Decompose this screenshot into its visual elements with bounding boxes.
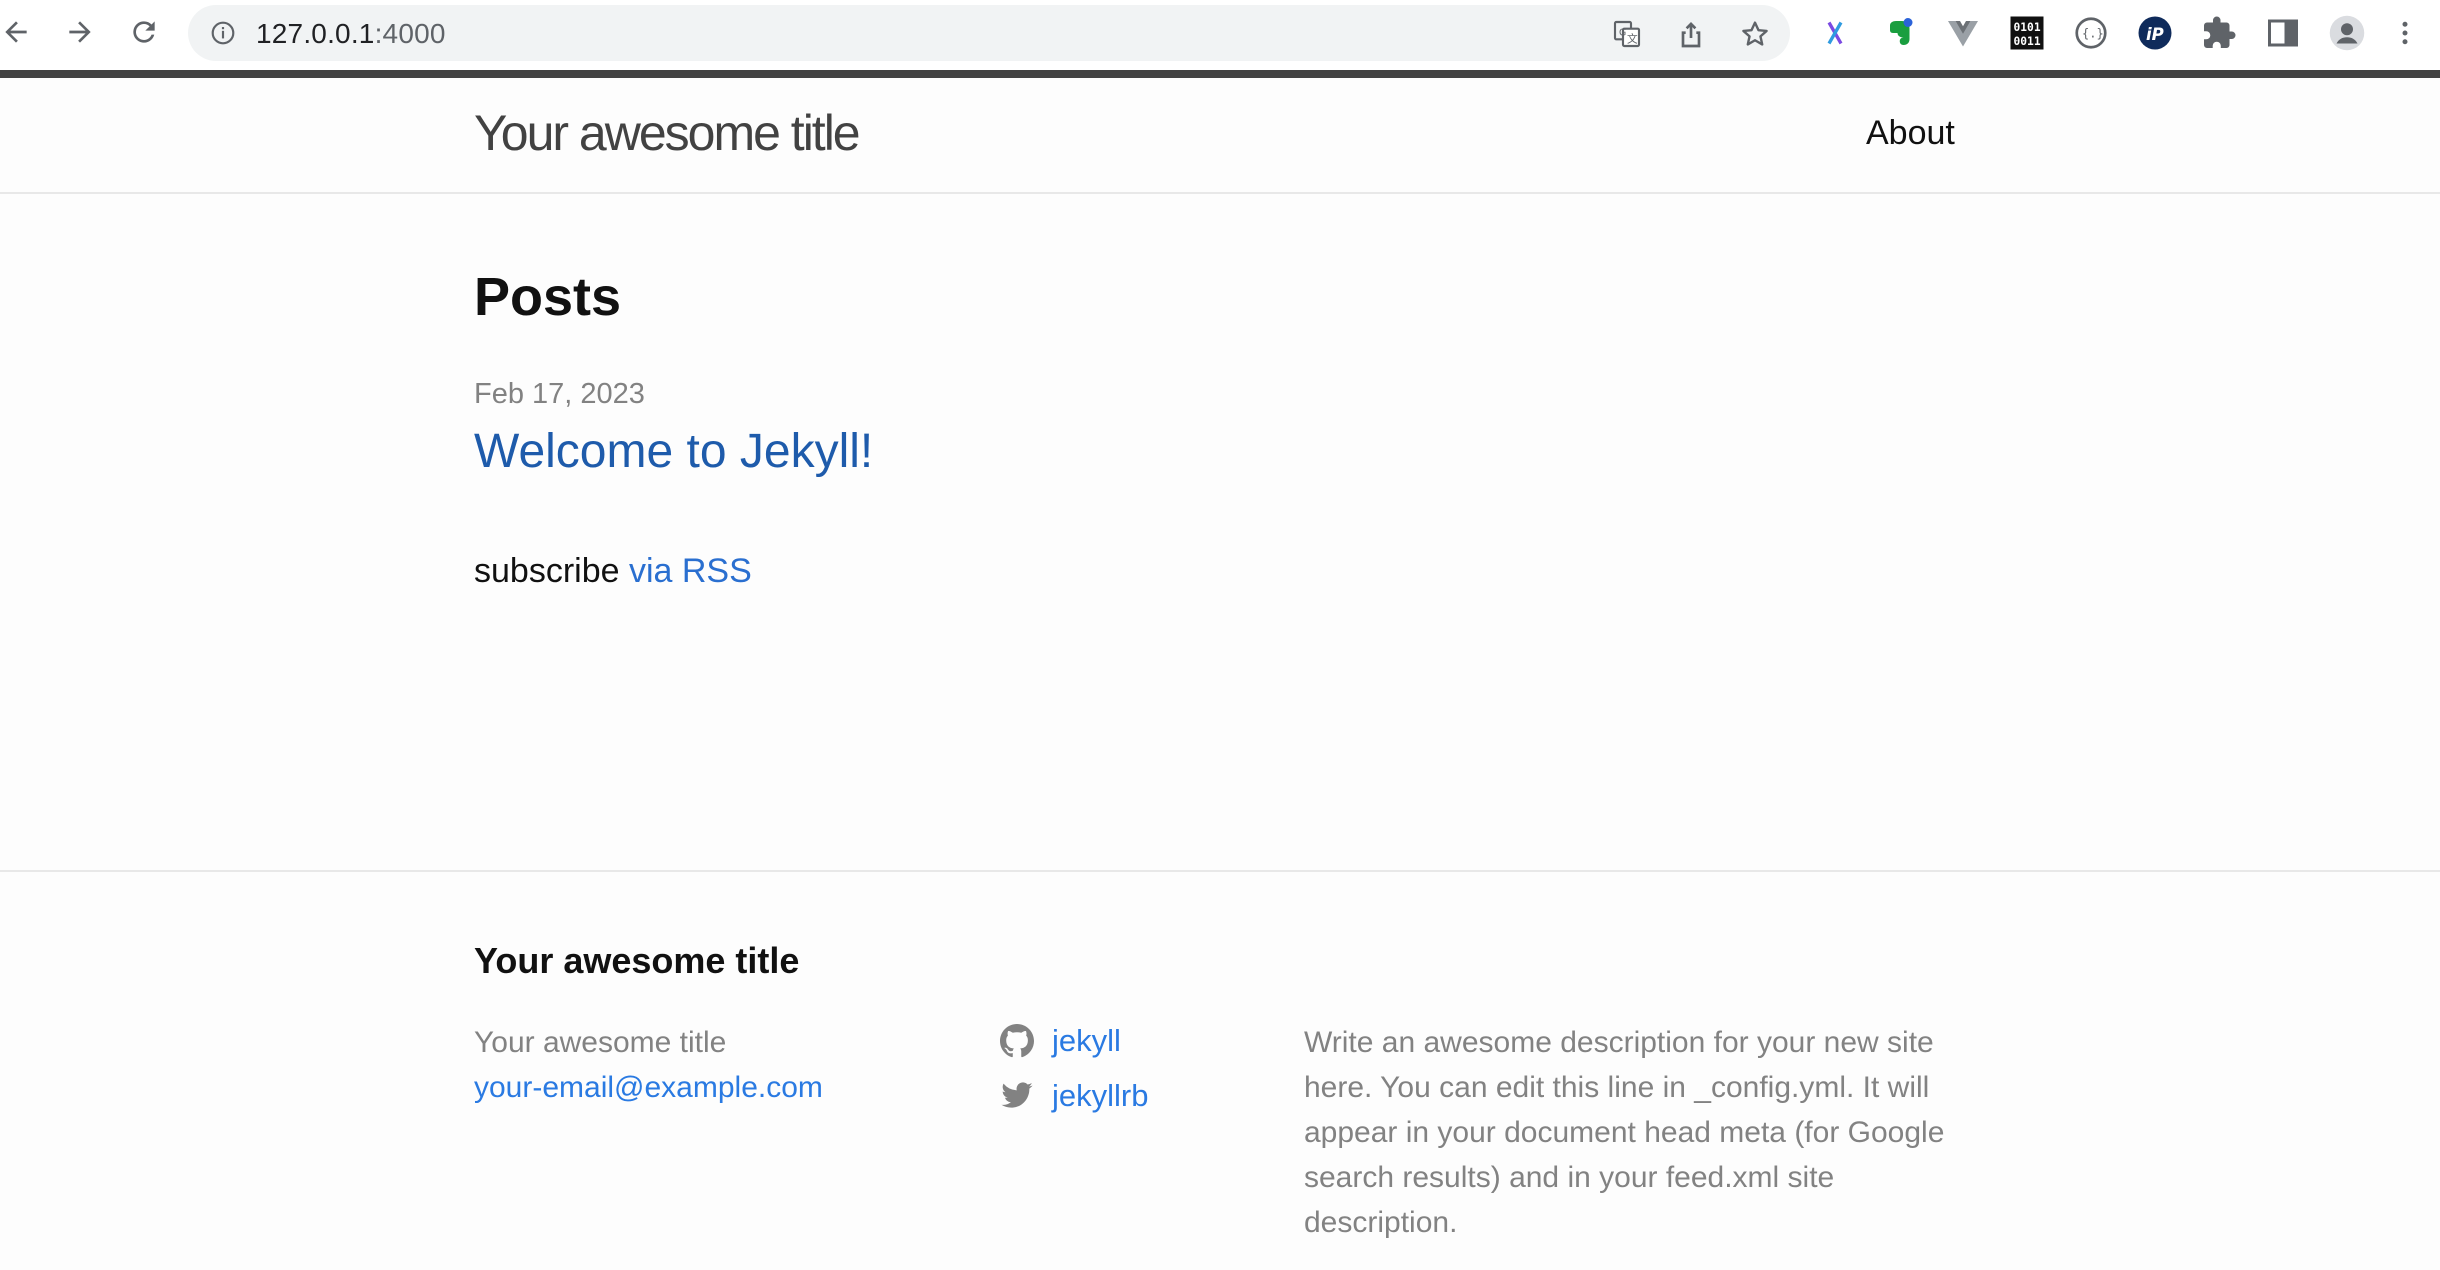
url-port: :4000 bbox=[374, 18, 446, 49]
post-date: Feb 17, 2023 bbox=[474, 378, 645, 410]
rss-prefix: subscribe bbox=[474, 552, 620, 590]
extensions-button[interactable] bbox=[2198, 12, 2240, 54]
vue-devtools-icon bbox=[1948, 21, 1978, 47]
address-bar[interactable]: 127.0.0.1:4000 G文 bbox=[188, 5, 1790, 61]
github-username[interactable]: jekyll bbox=[1052, 1023, 1121, 1059]
toolbar-divider bbox=[0, 70, 2440, 78]
social-link-twitter[interactable]: jekyllrb bbox=[1000, 1073, 1148, 1118]
site-footer: Your awesome title Your awesome title yo… bbox=[0, 870, 2440, 1270]
side-panel-button[interactable] bbox=[2262, 12, 2304, 54]
social-link-github[interactable]: jekyll bbox=[1000, 1018, 1148, 1063]
reload-icon bbox=[133, 21, 155, 43]
ip-extension-icon: iP bbox=[2138, 16, 2172, 50]
footer-contact-name: Your awesome title bbox=[474, 1026, 727, 1059]
forward-button[interactable] bbox=[58, 10, 102, 54]
svg-text:0011: 0011 bbox=[2014, 35, 2041, 48]
svg-text:G: G bbox=[1619, 27, 1626, 38]
rss-subscribe: subscribe via RSS bbox=[474, 552, 752, 591]
translate-button[interactable]: G文 bbox=[1610, 17, 1644, 51]
footer-heading: Your awesome title bbox=[474, 940, 800, 981]
avatar-icon bbox=[2329, 15, 2365, 51]
footer-email-link[interactable]: your-email@example.com bbox=[474, 1065, 823, 1110]
arrow-right-icon bbox=[69, 21, 91, 43]
footer-description: Write an awesome description for your ne… bbox=[1304, 1026, 1945, 1239]
x-extension-button[interactable] bbox=[1814, 12, 1856, 54]
twitter-username[interactable]: jekyllrb bbox=[1052, 1078, 1148, 1114]
vue-devtools-button[interactable] bbox=[1942, 12, 1984, 54]
evernote-icon bbox=[1890, 18, 1913, 45]
browser-toolbar: 127.0.0.1:4000 G文 0101 0011 {.} iP bbox=[0, 0, 2440, 70]
bookmark-button[interactable] bbox=[1738, 17, 1772, 51]
nav-link-about[interactable]: About bbox=[1866, 114, 1955, 153]
evernote-button[interactable] bbox=[1878, 12, 1920, 54]
kebab-menu-icon bbox=[2402, 21, 2408, 45]
rss-link[interactable]: via RSS bbox=[629, 552, 752, 590]
site-title-link[interactable]: Your awesome title bbox=[474, 104, 861, 162]
binary-extension-icon: 01010011 bbox=[2010, 16, 2044, 50]
svg-text:0101: 0101 bbox=[2014, 21, 2041, 34]
json-extension-button[interactable]: {.} bbox=[2070, 12, 2112, 54]
twitter-icon bbox=[1001, 1081, 1033, 1108]
share-button[interactable] bbox=[1674, 17, 1708, 51]
json-extension-icon: {.} bbox=[2075, 17, 2107, 49]
svg-text:iP: iP bbox=[2146, 25, 2164, 44]
back-button[interactable] bbox=[0, 10, 38, 54]
binary-extension-button[interactable]: 0101 0011 bbox=[2006, 12, 2048, 54]
svg-text:{.}: {.} bbox=[2082, 27, 2104, 41]
reload-button[interactable] bbox=[122, 10, 166, 54]
side-panel-icon bbox=[2268, 19, 2298, 47]
star-icon bbox=[1742, 21, 1768, 46]
browser-menu-button[interactable] bbox=[2390, 12, 2420, 54]
x-extension-icon bbox=[1827, 21, 1843, 45]
arrow-left-icon bbox=[5, 21, 27, 43]
ip-extension-button[interactable]: iP bbox=[2134, 12, 2176, 54]
footer-contact: Your awesome title your-email@example.co… bbox=[474, 1020, 823, 1110]
posts-heading: Posts bbox=[474, 267, 622, 327]
share-icon bbox=[1681, 22, 1701, 48]
info-icon[interactable] bbox=[210, 20, 236, 46]
url-text[interactable]: 127.0.0.1:4000 bbox=[256, 18, 446, 50]
svg-text:文: 文 bbox=[1627, 33, 1638, 46]
translate-icon: G文 bbox=[1613, 20, 1641, 48]
github-icon bbox=[1000, 1023, 1034, 1057]
social-media-list: jekyll jekyllrb bbox=[1000, 1018, 1148, 1128]
profile-button[interactable] bbox=[2326, 12, 2368, 54]
site-header: Your awesome title About bbox=[0, 78, 2440, 194]
url-host: 127.0.0.1 bbox=[256, 18, 375, 49]
puzzle-extensions-icon bbox=[2204, 16, 2236, 48]
post-title-link[interactable]: Welcome to Jekyll! bbox=[474, 424, 873, 479]
